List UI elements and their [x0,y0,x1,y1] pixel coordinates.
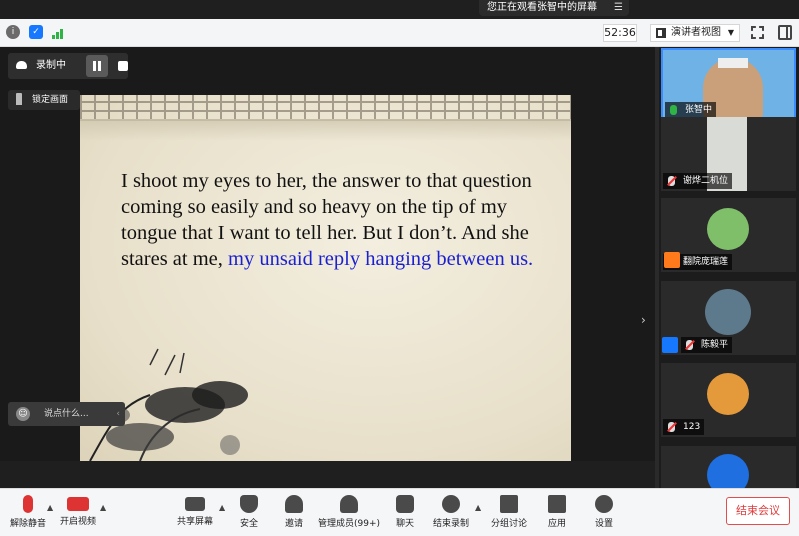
participant-label: 谢烨二机位 [663,173,733,189]
recording-label: 录制中 [36,60,66,71]
signal-icon[interactable] [52,27,66,39]
user-icon [662,337,678,353]
participant-tile[interactable]: 陈毅平 [661,281,796,355]
mic-muted-icon [23,495,33,513]
chat-bubble-icon [396,495,414,513]
share-banner[interactable]: 您正在观看张智中的屏幕 ☰ [479,0,629,16]
lattice-shadow [80,119,571,141]
slide-text: I shoot my eyes to her, the answer to th… [121,168,541,272]
breakout-icon [500,495,518,513]
menu-icon[interactable]: ☰ [614,0,623,16]
security-shield-icon [240,495,258,513]
participant-video [718,58,748,68]
camera-off-icon [67,497,89,511]
mic-muted-icon [668,176,675,186]
apps-grid-icon [548,495,566,513]
end-meeting-button[interactable]: 结束会议 [726,497,790,525]
participant-label: 翻院庞瑞莲 [663,252,733,270]
unmute-button[interactable]: 解除静音 [0,493,56,533]
collapse-icon[interactable]: ‹ [116,402,120,426]
chevron-right-icon[interactable]: › [641,313,646,327]
mic-muted-icon [686,340,693,350]
view-mode-dropdown[interactable]: 演讲者视图 ▼ [650,24,740,42]
chevron-down-icon: ▼ [727,28,734,37]
participant-tile[interactable]: 张智中 [661,48,796,122]
view-mode-label: 演讲者视图 [671,27,721,38]
mic-muted-icon [668,422,675,432]
info-icon[interactable]: i [6,25,20,39]
share-screen-icon [185,497,205,511]
presentation-slide: I shoot my eyes to her, the answer to th… [80,95,571,461]
lattice-decoration [80,95,571,121]
speaker-view-icon [656,28,666,38]
avatar [707,208,749,250]
start-video-button[interactable]: 开启视频 [50,493,106,533]
lock-view-button[interactable]: 锁定画面 [8,90,80,110]
participant-tile[interactable]: 翻院庞瑞莲 [661,198,796,272]
pin-icon [16,93,22,105]
stop-recording-toolbar-button[interactable]: 结束录制 [423,493,479,533]
sidebar-toggle-icon[interactable] [778,25,792,40]
chevron-up-icon[interactable]: ▲ [100,503,106,512]
gear-icon [595,495,613,513]
slide-text-highlight: my unsaid reply hanging between us. [228,248,534,270]
shared-screen: I shoot my eyes to her, the answer to th… [0,47,655,461]
chat-placeholder: 说点什么... [44,409,89,419]
share-screen-button[interactable]: 共享屏幕 [167,493,223,533]
emoji-icon[interactable]: ☺ [16,407,30,421]
bottom-toolbar: 解除静音 ▲ 开启视频 ▲ 共享屏幕 ▲ 安全 邀请 管理成员(99+) 聊天 [0,488,799,536]
avatar [707,454,749,488]
recording-indicator: 录制中 [8,53,128,79]
participant-label: 张智中 [665,102,717,118]
pause-recording-button[interactable] [86,55,108,77]
top-toolbar: i ✓ 52:36 演讲者视图 ▼ [0,19,799,47]
members-icon [340,495,358,513]
meeting-timer: 52:36 [603,24,637,42]
lock-view-label: 锁定画面 [32,95,69,105]
add-user-icon [285,495,303,513]
manage-members-button[interactable]: 管理成员(99+) [312,493,386,533]
participant-label: 陈毅平 [681,337,733,353]
mic-icon [670,105,677,115]
avatar [705,289,751,335]
fullscreen-icon[interactable] [751,26,764,39]
share-banner-text: 您正在观看张智中的屏幕 [487,2,597,13]
participant-label: 123 [663,419,705,435]
meeting-window: 您正在观看张智中的屏幕 ☰ i ✓ 52:36 演讲者视图 ▼ I shoot … [0,0,799,536]
guest-icon [664,252,680,268]
shield-icon[interactable]: ✓ [29,25,43,39]
participant-tile[interactable]: 123 [661,363,796,437]
participant-tile[interactable] [661,446,796,488]
quick-chat-input[interactable]: ☺ 说点什么... ‹ [8,402,125,426]
stop-recording-button[interactable] [112,55,134,77]
avatar [707,373,749,415]
cloud-icon [16,61,27,69]
settings-button[interactable]: 设置 [576,493,632,533]
participant-strip: 张智中 谢烨二机位 翻院庞瑞莲 陈毅平 123 [659,47,799,488]
record-stop-icon [442,495,460,513]
participant-tile[interactable]: 谢烨二机位 [661,117,796,191]
